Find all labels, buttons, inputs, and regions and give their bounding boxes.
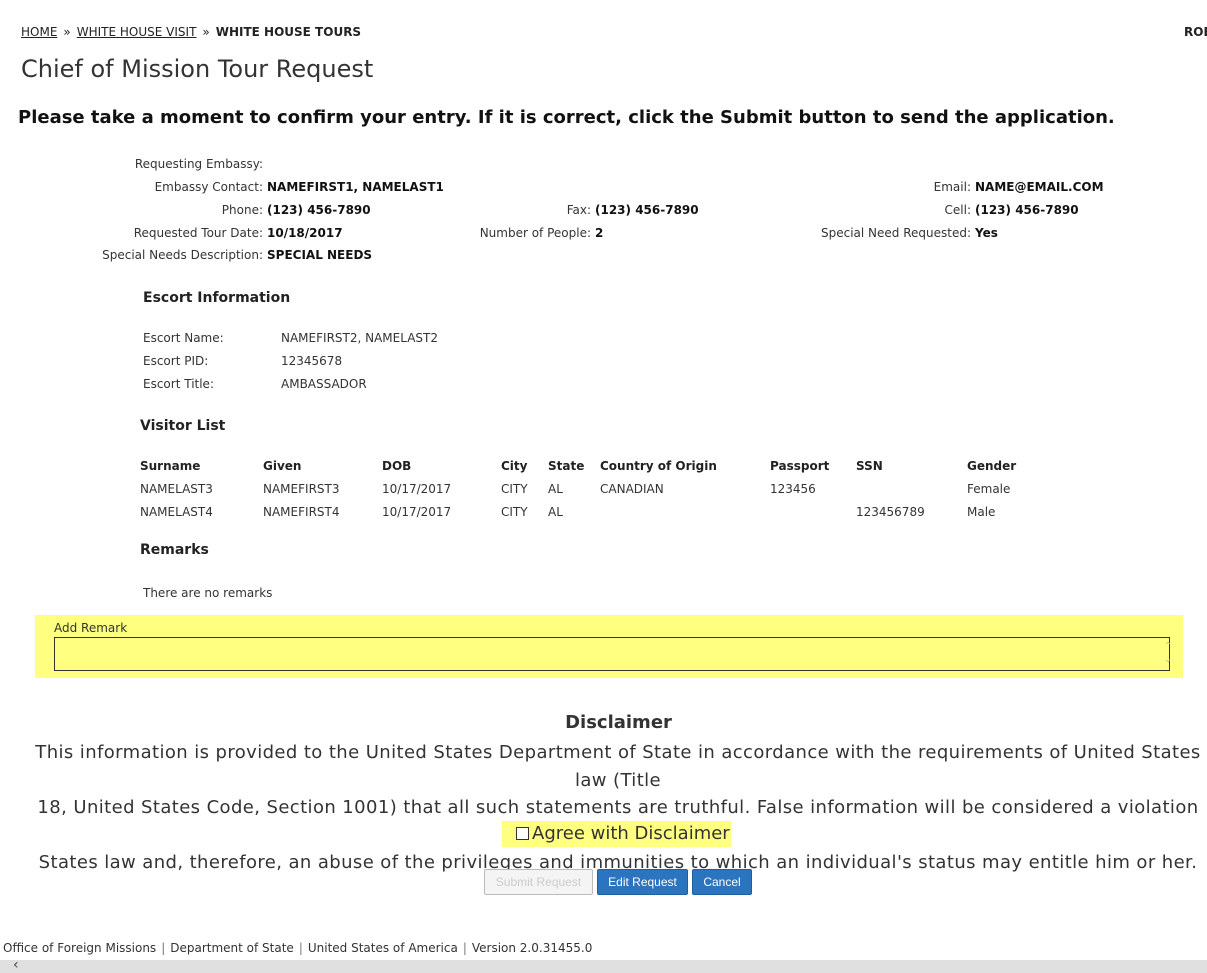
embassy-contact-label: Embassy Contact: [154, 180, 263, 194]
remarks-heading: Remarks [140, 542, 209, 558]
visitor-heading: Visitor List [140, 418, 226, 434]
confirm-message: Please take a moment to confirm your ent… [18, 107, 1115, 128]
email-label: Email: [933, 180, 971, 194]
column-state: State [548, 459, 585, 473]
email-value: NAME@EMAIL.COM [975, 180, 1104, 194]
escort-title-value: AMBASSADOR [281, 377, 367, 391]
cell-country: CANADIAN [600, 482, 664, 496]
escort-pid-value: 12345678 [281, 354, 343, 368]
escort-title-label: Escort Title: [143, 377, 214, 391]
escort-heading: Escort Information [143, 290, 291, 306]
scroll-left-icon[interactable]: ‹ [13, 957, 19, 973]
special-desc-label: Special Needs Description: [102, 248, 263, 262]
cell-dob: 10/17/2017 [382, 505, 452, 519]
disclaimer-line: This information is provided to the Unit… [35, 742, 1201, 791]
breadcrumb-current: WHITE HOUSE TOURS [215, 25, 362, 39]
cell-passport: 123456 [770, 482, 816, 496]
scroll-up-icon[interactable]: ⌃ [1163, 640, 1173, 653]
agree-disclaimer-checkbox[interactable]: Agree with Disclaimer [502, 821, 731, 847]
special-need-label: Special Need Requested: [820, 226, 971, 240]
cell-surname: NAMELAST4 [140, 505, 213, 519]
breadcrumb: HOME » WHITE HOUSE VISIT » WHITE HOUSE TOURS [21, 25, 361, 39]
fax-label: Fax: [566, 203, 591, 217]
footer-version: Version 2.0.31455.0 [471, 941, 593, 955]
column-ssn: SSN [856, 459, 883, 473]
cell-surname: NAMELAST3 [140, 482, 213, 496]
breadcrumb-separator: » [63, 25, 71, 39]
cancel-button[interactable]: Cancel [692, 869, 752, 895]
user-name[interactable]: ROB [1184, 25, 1207, 39]
cell-dob: 10/17/2017 [382, 482, 452, 496]
fax-value: (123) 456-7890 [595, 203, 699, 217]
horizontal-scrollbar[interactable]: ‹ [0, 957, 1207, 973]
special-desc-value: SPECIAL NEEDS [267, 248, 373, 262]
column-passport: Passport [770, 459, 830, 473]
requesting-embassy-label: Requesting Embassy: [134, 157, 263, 171]
cell-city: CITY [501, 505, 528, 519]
agree-disclaimer-label[interactable]: Agree with Disclaimer [532, 823, 730, 844]
add-remark-panel: Add Remark ⌃ ⌄ [35, 615, 1183, 678]
tour-date-label: Requested Tour Date: [133, 226, 263, 240]
breadcrumb-separator: » [202, 25, 210, 39]
phone-value: (123) 456-7890 [267, 203, 371, 217]
footer: Office of Foreign Missions | Department of… [3, 941, 593, 955]
footer-office: Office of Foreign Missions [3, 941, 157, 955]
cell-value: (123) 456-7890 [975, 203, 1079, 217]
num-people-value: 2 [595, 226, 604, 240]
cell-given: NAMEFIRST3 [263, 482, 340, 496]
submit-request-button[interactable]: Submit Request [484, 869, 593, 895]
scroll-down-icon[interactable]: ⌄ [1163, 653, 1173, 666]
embassy-contact-value: NAMEFIRST1, NAMELAST1 [267, 180, 444, 194]
column-surname: Surname [140, 459, 201, 473]
cell-gender: Male [967, 505, 996, 519]
breadcrumb-home-link[interactable]: HOME [21, 25, 57, 39]
cell-ssn: 123456789 [856, 505, 925, 519]
disclaimer-text: This information is provided to the Unit… [28, 739, 1207, 877]
add-remark-label: Add Remark [54, 621, 128, 635]
column-city: City [501, 459, 528, 473]
escort-pid-label: Escort PID: [143, 354, 209, 368]
num-people-label: Number of People: [479, 226, 591, 240]
no-remarks-text: There are no remarks [143, 586, 273, 600]
column-given: Given [263, 459, 302, 473]
page-title: Chief of Mission Tour Request [21, 55, 374, 83]
tour-date-value: 10/18/2017 [267, 226, 343, 240]
edit-request-button[interactable]: Edit Request [597, 869, 688, 895]
column-dob: DOB [382, 459, 412, 473]
cell-state: AL [548, 505, 563, 519]
phone-label: Phone: [221, 203, 263, 217]
cell-given: NAMEFIRST4 [263, 505, 340, 519]
cell-city: CITY [501, 482, 528, 496]
cell-label: Cell: [944, 203, 971, 217]
special-need-value: Yes [975, 226, 998, 240]
escort-name-label: Escort Name: [143, 331, 224, 345]
column-country: Country of Origin [600, 459, 717, 473]
column-gender: Gender [967, 459, 1017, 473]
footer-country: United States of America [307, 941, 458, 955]
footer-department: Department of State [170, 941, 294, 955]
checkbox-icon[interactable] [516, 827, 529, 840]
cell-state: AL [548, 482, 563, 496]
breadcrumb-white-house-visit-link[interactable]: WHITE HOUSE VISIT [77, 25, 197, 39]
add-remark-textarea[interactable] [54, 637, 1170, 671]
escort-name-value: NAMEFIRST2, NAMELAST2 [281, 331, 438, 345]
textarea-scroll-arrows[interactable]: ⌃ ⌄ [1163, 640, 1173, 668]
cell-gender: Female [967, 482, 1011, 496]
disclaimer-title: Disclaimer [565, 712, 672, 733]
